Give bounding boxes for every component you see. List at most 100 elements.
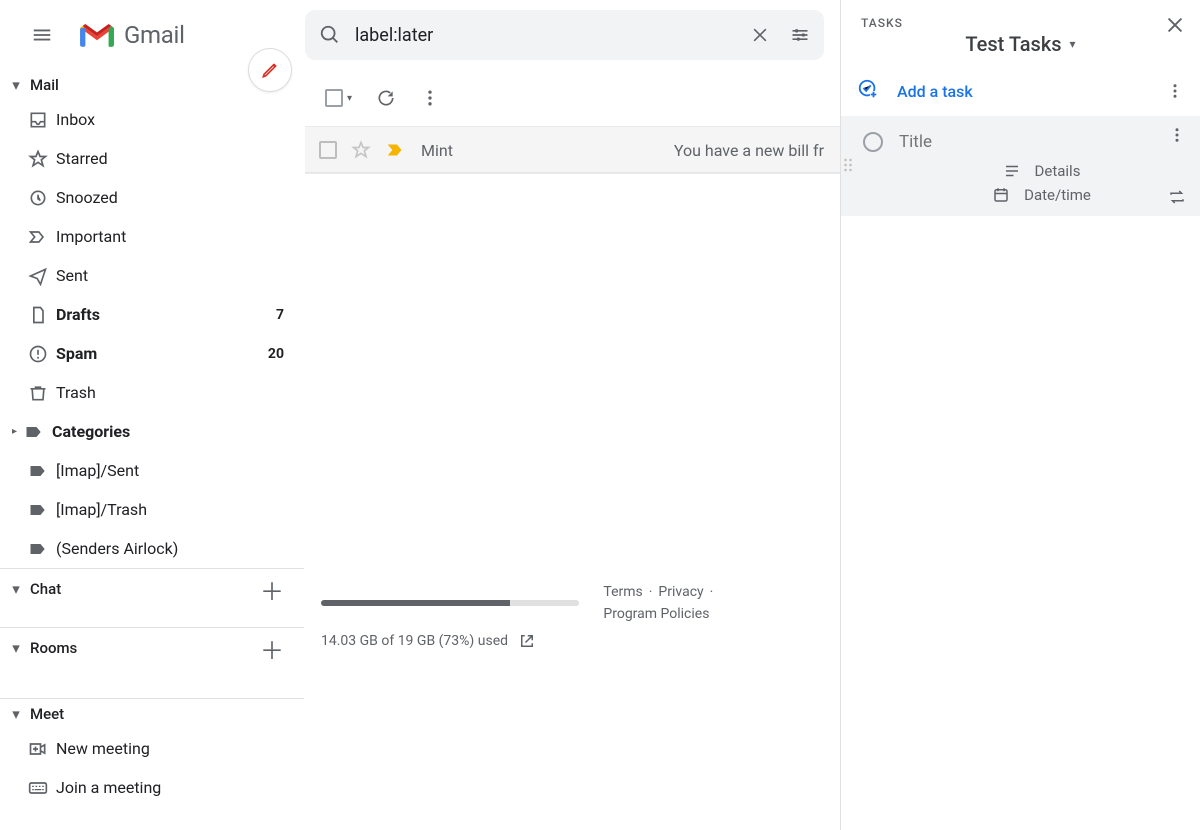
- spam-icon: [28, 344, 56, 364]
- sidebar-item--senders-airlock-[interactable]: (Senders Airlock): [6, 529, 304, 568]
- privacy-link[interactable]: Privacy: [658, 584, 703, 600]
- drag-handle[interactable]: [843, 156, 853, 174]
- caret-down-icon: ▾: [10, 705, 22, 723]
- sidebar-item-label: [Imap]/Trash: [56, 500, 284, 519]
- left-sidebar: Gmail ▾ Mail Inbox StarredSnoozed Importan…: [0, 0, 305, 830]
- calendar-icon: [992, 186, 1010, 204]
- close-icon: [1164, 14, 1186, 36]
- sidebar-item-spam[interactable]: Spam20: [6, 334, 304, 373]
- mail-section-label: Mail: [30, 76, 59, 94]
- tasks-header: TASKS Test Tasks ▾: [841, 0, 1200, 66]
- compose-button[interactable]: [248, 48, 292, 92]
- tasks-list-selector[interactable]: Test Tasks ▾: [861, 32, 1180, 56]
- star-button[interactable]: [351, 140, 371, 160]
- tasks-close-button[interactable]: [1164, 14, 1186, 36]
- select-all-checkbox[interactable]: ▾: [325, 89, 352, 107]
- label-icon: [28, 539, 56, 559]
- trash-icon: [28, 383, 56, 403]
- sidebar-item-label: Spam: [56, 344, 268, 363]
- sidebar-item-inbox[interactable]: Inbox: [6, 100, 304, 139]
- sidebar-item--imap-trash[interactable]: [Imap]/Trash: [6, 490, 304, 529]
- task-title-input[interactable]: [899, 132, 1184, 152]
- tasks-header-small: TASKS: [861, 16, 1180, 30]
- task-datetime-label: Date/time: [1024, 186, 1091, 204]
- sidebar-item-label: Trash: [56, 383, 284, 402]
- task-complete-toggle[interactable]: [863, 132, 883, 152]
- drag-icon: [843, 156, 853, 174]
- tune-icon: [790, 25, 810, 45]
- task-more-button[interactable]: [1168, 126, 1186, 144]
- task-details-button[interactable]: Details: [849, 162, 1184, 180]
- rooms-add-button[interactable]: ＋: [258, 634, 286, 662]
- sidebar-item-sent[interactable]: Sent: [6, 256, 304, 295]
- sidebar-item-label: [Imap]/Sent: [56, 461, 284, 480]
- chevron-down-icon: ▾: [347, 93, 352, 104]
- meet-section-label: Meet: [30, 705, 64, 723]
- more-button[interactable]: [420, 88, 440, 108]
- rooms-section-label: Rooms: [30, 639, 77, 657]
- clock-icon: [28, 188, 56, 208]
- repeat-icon: [1168, 188, 1186, 206]
- main-column: ▾ Mint You have a new bill fr: [305, 0, 840, 830]
- important-marker[interactable]: [385, 139, 407, 161]
- gmail-m-icon: [80, 22, 114, 48]
- sidebar-item-important[interactable]: Important: [6, 217, 304, 256]
- more-vert-icon: [1166, 82, 1184, 100]
- keyboard-icon: [28, 778, 56, 798]
- chat-section-header[interactable]: ▾ Chat ＋: [0, 569, 304, 609]
- important-icon: [28, 227, 56, 247]
- search-options-button[interactable]: [790, 25, 810, 45]
- sidebar-item-label: Important: [56, 227, 284, 246]
- join-meeting-item[interactable]: Join a meeting: [6, 768, 304, 807]
- add-task-row[interactable]: Add a task: [841, 66, 1200, 116]
- tasks-more-button[interactable]: [1166, 82, 1184, 100]
- refresh-button[interactable]: [376, 88, 396, 108]
- caret-down-icon: ▾: [10, 76, 22, 94]
- sent-icon: [28, 266, 56, 286]
- mail-subject: You have a new bill fr: [635, 141, 826, 160]
- chat-add-button[interactable]: ＋: [258, 575, 286, 603]
- refresh-icon: [376, 88, 396, 108]
- rooms-section-header[interactable]: ▾ Rooms ＋: [0, 628, 304, 668]
- caret-down-icon: ▾: [10, 639, 22, 657]
- sidebar-item-trash[interactable]: Trash: [6, 373, 304, 412]
- sidebar-item-label: (Senders Airlock): [56, 539, 284, 558]
- main-menu-button[interactable]: [22, 15, 62, 55]
- sidebar-item-snoozed[interactable]: Snoozed: [6, 178, 304, 217]
- storage-bar: [321, 600, 579, 606]
- storage-open-button[interactable]: [518, 632, 536, 650]
- program-policies-link[interactable]: Program Policies: [603, 606, 709, 622]
- gmail-logo[interactable]: Gmail: [80, 21, 185, 49]
- sidebar-item-drafts[interactable]: Drafts7: [6, 295, 304, 334]
- open-in-new-icon: [518, 632, 536, 650]
- clear-search-button[interactable]: [750, 25, 770, 45]
- sidebar-item-label: Categories: [52, 422, 284, 441]
- caret-down-icon: ▾: [10, 580, 22, 598]
- tasks-list-name: Test Tasks: [965, 32, 1061, 56]
- caret-right-icon: ▸: [12, 426, 24, 437]
- meet-section-header[interactable]: ▾ Meet: [0, 699, 304, 729]
- mail-row[interactable]: Mint You have a new bill fr: [305, 126, 840, 174]
- sidebar-item--imap-sent[interactable]: [Imap]/Sent: [6, 451, 304, 490]
- new-meeting-item[interactable]: New meeting: [6, 729, 304, 768]
- search-icon: [319, 24, 341, 46]
- task-details-label: Details: [1035, 162, 1081, 180]
- pencil-icon: [260, 60, 280, 80]
- add-task-icon: [857, 78, 879, 104]
- toolbar: ▾: [305, 70, 840, 126]
- sidebar-item-categories[interactable]: ▸ Categories: [6, 412, 304, 451]
- sidebar-item-label: Inbox: [56, 110, 284, 129]
- search-input[interactable]: [355, 25, 736, 46]
- close-icon: [750, 25, 770, 45]
- task-repeat-button[interactable]: [1168, 188, 1186, 206]
- row-checkbox[interactable]: [319, 141, 337, 159]
- label-icon: [28, 500, 56, 520]
- footer: Terms · Privacy · Program Policies 14.03…: [305, 564, 840, 830]
- search-box[interactable]: [305, 10, 824, 60]
- sidebar-item-starred[interactable]: Starred: [6, 139, 304, 178]
- chevron-down-icon: ▾: [1070, 37, 1076, 51]
- sidebar-item-label: Drafts: [56, 305, 276, 324]
- terms-link[interactable]: Terms: [603, 584, 642, 600]
- sidebar-item-count: 7: [276, 307, 284, 323]
- task-datetime-button[interactable]: Date/time: [849, 186, 1184, 204]
